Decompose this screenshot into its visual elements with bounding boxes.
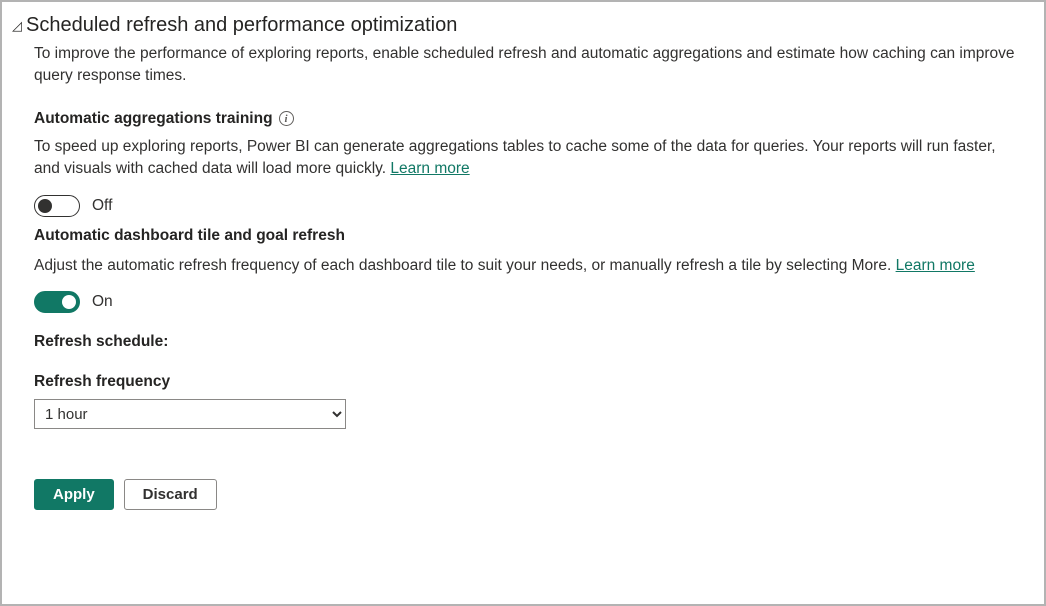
collapse-toggle-icon[interactable]: ◿ <box>12 19 22 32</box>
toggle-knob <box>38 199 52 213</box>
refresh-frequency-label: Refresh frequency <box>34 373 1024 391</box>
dashboard-refresh-learn-more-link[interactable]: Learn more <box>896 257 975 274</box>
aggregations-description-text: To speed up exploring reports, Power BI … <box>34 138 996 177</box>
refresh-frequency-select[interactable]: 1 hour <box>34 399 346 429</box>
dashboard-refresh-toggle-label: On <box>92 293 113 311</box>
dashboard-refresh-heading: Automatic dashboard tile and goal refres… <box>34 227 1024 245</box>
dashboard-refresh-description: Adjust the automatic refresh frequency o… <box>34 255 1024 277</box>
refresh-schedule-label: Refresh schedule: <box>34 333 1024 351</box>
info-icon[interactable]: i <box>279 111 294 126</box>
apply-button[interactable]: Apply <box>34 479 114 510</box>
aggregations-toggle-label: Off <box>92 197 112 215</box>
dashboard-refresh-description-text: Adjust the automatic refresh frequency o… <box>34 257 896 274</box>
section-title: Scheduled refresh and performance optimi… <box>26 14 457 37</box>
aggregations-toggle[interactable] <box>34 195 80 217</box>
aggregations-description: To speed up exploring reports, Power BI … <box>34 136 1024 181</box>
dashboard-refresh-toggle[interactable] <box>34 291 80 313</box>
aggregations-heading: Automatic aggregations training <box>34 110 273 128</box>
aggregations-learn-more-link[interactable]: Learn more <box>390 160 469 177</box>
discard-button[interactable]: Discard <box>124 479 217 510</box>
toggle-knob <box>62 295 76 309</box>
section-description: To improve the performance of exploring … <box>34 43 1024 88</box>
